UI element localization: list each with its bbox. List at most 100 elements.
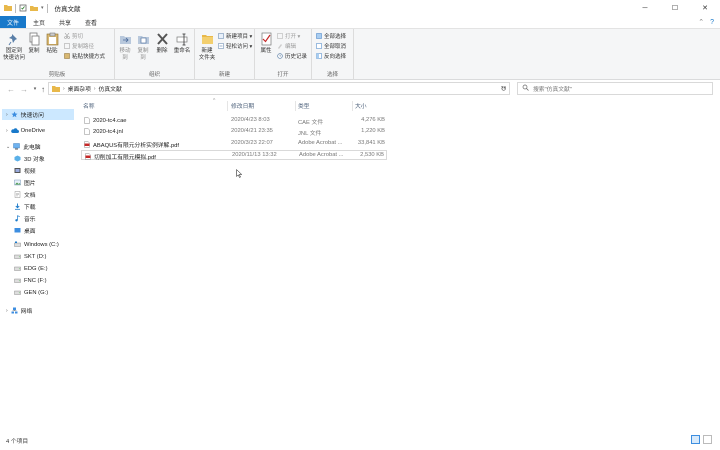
quick-access-toolbar: ▾ 仿真文献 (0, 3, 81, 13)
file-date: 2020/3/23 22:07 (231, 140, 273, 146)
refresh-button[interactable]: ↻ (497, 83, 510, 94)
open-group-label: 打开 (277, 72, 289, 78)
window-title: 仿真文献 (54, 6, 81, 13)
invert-selection-button[interactable]: 反向选择 (316, 52, 346, 60)
tab-view[interactable]: 查看 (78, 16, 104, 28)
easy-access-button[interactable]: 轻松访问 ▾ (218, 42, 252, 50)
copy-path-icon (64, 43, 70, 49)
delete-button[interactable]: 删除 (155, 32, 169, 55)
computer-icon (13, 143, 20, 150)
select-none-icon (316, 43, 322, 49)
copy-to-button[interactable]: 复制到 (135, 32, 151, 62)
status-bar: 4 个项目 (0, 432, 720, 450)
up-button[interactable]: ↑ (38, 83, 48, 95)
expand-chevron-icon[interactable]: › (6, 308, 8, 314)
new-folder-qat-icon[interactable] (30, 4, 38, 12)
ribbon: 固定到 快速访问 复制 粘贴 剪切 复制路径 粘贴快捷方式 剪贴板 移动到 复制… (0, 28, 720, 80)
nav-documents[interactable]: 文档 (14, 189, 36, 200)
nav-drive-f[interactable]: FNC (F:) (14, 275, 47, 286)
organize-group-label: 组织 (148, 72, 160, 78)
address-bar[interactable]: › 桌面杂项 › 仿真文献 ▾ (48, 82, 510, 95)
search-input[interactable]: 搜索"仿真文献" (517, 82, 713, 95)
blank-file-icon (84, 117, 90, 124)
select-group: 全部选择 全部取消 反向选择 选择 (312, 29, 354, 80)
desktop-icon (14, 227, 21, 234)
nav-onedrive[interactable]: › OneDrive (6, 125, 45, 136)
new-item-button[interactable]: 新建项目 ▾ (218, 32, 252, 40)
copy-to-icon (137, 32, 150, 46)
breadcrumb-chevron-icon[interactable]: › (94, 86, 96, 92)
breadcrumb-item[interactable]: 桌面杂项 (68, 84, 91, 93)
paste-shortcut-icon (64, 53, 70, 59)
nav-pictures[interactable]: 图片 (14, 177, 36, 188)
copy-icon (28, 32, 41, 46)
tab-file[interactable]: 文件 (0, 16, 27, 28)
nav-drive-g[interactable]: GEN (G:) (14, 287, 48, 298)
cube-icon (14, 155, 21, 162)
select-all-button[interactable]: 全部选择 (316, 32, 346, 40)
nav-desktop[interactable]: 桌面 (14, 225, 36, 236)
help-icon[interactable]: ? (710, 19, 714, 26)
expand-chevron-icon[interactable]: › (6, 128, 8, 134)
file-row[interactable]: ABAQUS有限元分析实例详解.pdf 2020/3/23 22:07 Adob… (81, 139, 387, 149)
file-row[interactable]: 2020-tc4.jnl 2020/4/21 23:35 JNL 文件 1,22… (81, 127, 387, 137)
close-button[interactable]: ✕ (690, 0, 720, 16)
collapse-chevron-icon[interactable]: ⌄ (6, 144, 10, 150)
history-icon (277, 53, 283, 59)
open-button[interactable]: 打开 ▾ (277, 32, 300, 40)
nav-network[interactable]: › 网络 (6, 305, 32, 316)
nav-drive-e[interactable]: EDG (E:) (14, 263, 48, 274)
collapse-ribbon-icon[interactable]: ⌃ (698, 18, 704, 26)
file-type: JNL 文件 (298, 131, 322, 137)
column-header-size[interactable]: 大小 (355, 100, 385, 111)
details-view-icon[interactable] (691, 435, 700, 444)
select-none-button[interactable]: 全部取消 (316, 42, 346, 50)
cut-button[interactable]: 剪切 (64, 32, 83, 40)
nav-videos[interactable]: 视频 (14, 165, 36, 176)
paste-button[interactable]: 粘贴 (45, 32, 59, 55)
properties-button[interactable]: 属性 (258, 32, 274, 55)
column-header-type[interactable]: 类型 (298, 100, 352, 111)
forward-button[interactable]: → (19, 83, 29, 95)
tab-share[interactable]: 共享 (52, 16, 78, 28)
copy-button[interactable]: 复制 (27, 32, 41, 55)
rename-button[interactable]: 重命名 (173, 32, 191, 55)
ribbon-tabs: 文件 主页 共享 查看 ⌃ ? (0, 16, 720, 28)
column-header-date[interactable]: 修改日期 (231, 100, 295, 111)
blank-file-icon (84, 128, 90, 135)
back-button[interactable]: ← (6, 83, 16, 95)
column-header-name[interactable]: 名称 (83, 100, 227, 111)
nav-quick-access[interactable]: › 快速访问 (2, 109, 74, 120)
nav-music[interactable]: 音乐 (14, 213, 36, 224)
large-icons-view-icon[interactable] (703, 435, 712, 444)
nav-drive-c[interactable]: Windows (C:) (14, 239, 59, 250)
qat-dropdown-icon[interactable]: ▾ (41, 5, 44, 11)
nav-this-pc[interactable]: ⌄ 此电脑 (6, 141, 41, 152)
address-row: ← → ▾ ↑ › 桌面杂项 › 仿真文献 ▾ ↻ 搜索"仿真文献" (0, 80, 720, 98)
nav-downloads[interactable]: 下载 (14, 201, 36, 212)
drive-icon (14, 277, 21, 284)
copy-path-button[interactable]: 复制路径 (64, 42, 94, 50)
file-date: 2020/11/13 13:32 (232, 152, 277, 158)
move-to-button[interactable]: 移动到 (117, 32, 133, 62)
file-type: Adobe Acrobat ... (298, 140, 343, 146)
search-icon (522, 84, 529, 93)
nav-drive-d[interactable]: SKT (D:) (14, 251, 46, 262)
breadcrumb-item[interactable]: 仿真文献 (99, 84, 122, 93)
tab-home[interactable]: 主页 (26, 16, 52, 28)
history-button[interactable]: 历史记录 (277, 52, 307, 60)
edit-button[interactable]: 编辑 (277, 42, 296, 50)
expand-chevron-icon[interactable]: › (6, 112, 8, 118)
breadcrumb-chevron-icon[interactable]: › (63, 86, 65, 92)
properties-qat-icon[interactable] (19, 4, 27, 12)
paste-shortcut-button[interactable]: 粘贴快捷方式 (64, 52, 105, 60)
new-folder-button[interactable]: 新建 文件夹 (198, 32, 216, 62)
maximize-button[interactable]: ☐ (660, 0, 690, 16)
file-row[interactable]: 2020-tc4.cae 2020/4/23 8:03 CAE 文件 4,276… (81, 116, 387, 126)
minimize-button[interactable]: ─ (630, 0, 660, 16)
nav-3d-objects[interactable]: 3D 对象 (14, 153, 45, 164)
rename-icon (176, 32, 189, 46)
file-row[interactable]: 切削加工有限元模拟.pdf 2020/11/13 13:32 Adobe Acr… (81, 150, 387, 161)
easy-access-icon (218, 43, 224, 49)
pin-quick-access-button[interactable]: 固定到 快速访问 (3, 32, 25, 62)
